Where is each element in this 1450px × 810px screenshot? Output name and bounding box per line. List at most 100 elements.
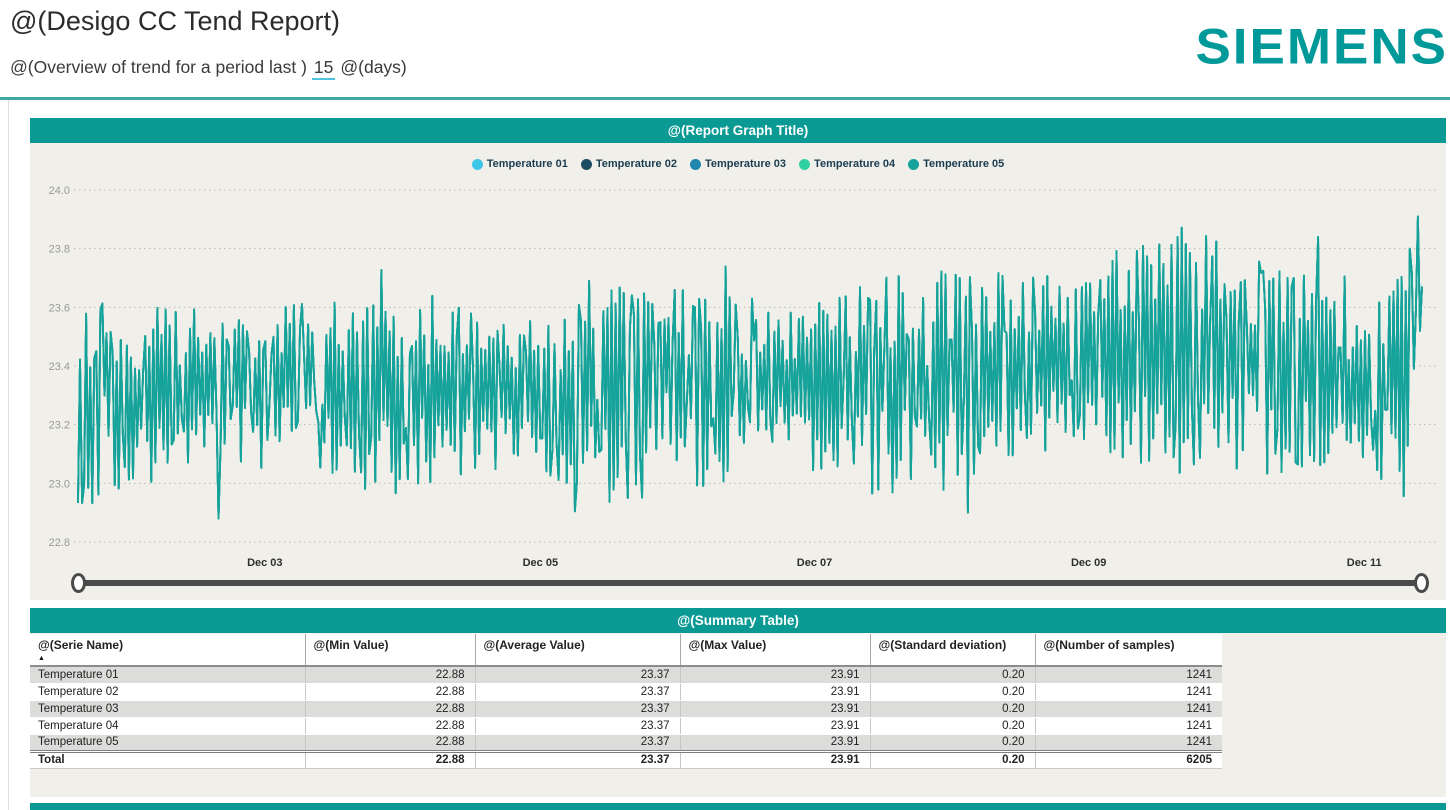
value-cell: 23.37 <box>475 683 680 700</box>
table-row: Temperature 0522.8823.3723.910.201241 <box>30 734 1222 751</box>
value-cell: 23.37 <box>475 734 680 751</box>
y-axis-labels: 24.0 23.8 23.6 23.4 23.2 23.0 22.8 <box>49 185 70 549</box>
summary-table-panel: @(Summary Table) @(Serie Name) ▲ @(Min Val… <box>30 608 1446 797</box>
legend-label: Temperature 03 <box>705 158 786 170</box>
column-header-2[interactable]: @(Average Value) <box>475 634 680 666</box>
slider-track[interactable] <box>78 580 1422 586</box>
subtitle-suffix: @(days) <box>340 57 406 77</box>
legend-item: Temperature 04 <box>799 158 895 170</box>
legend-dot-icon <box>908 159 919 170</box>
period-days-field[interactable]: 15 <box>312 57 335 80</box>
summary-title-bar: @(Summary Table) <box>30 608 1446 633</box>
svg-text:23.6: 23.6 <box>49 302 70 314</box>
legend-label: Temperature 04 <box>814 158 895 170</box>
value-cell: 22.88 <box>305 683 475 700</box>
value-cell: 23.37 <box>475 751 680 768</box>
column-header-label: @(Serie Name) <box>38 638 123 652</box>
svg-text:24.0: 24.0 <box>49 185 70 197</box>
legend-item: Temperature 05 <box>908 158 1004 170</box>
next-section-bar <box>30 803 1446 810</box>
column-header-1[interactable]: @(Min Value) <box>305 634 475 666</box>
graph-title-bar: @(Report Graph Title) <box>30 118 1446 143</box>
serie-name-cell: Temperature 01 <box>30 666 305 683</box>
series-traces <box>78 216 1422 518</box>
legend-dot-icon <box>581 159 592 170</box>
value-cell: 23.91 <box>680 734 870 751</box>
sort-ascending-icon: ▲ <box>38 655 297 662</box>
summary-table-header: @(Serie Name) ▲ @(Min Value) @(Average Valu… <box>30 634 1222 666</box>
value-cell: 23.37 <box>475 666 680 683</box>
value-cell: 23.37 <box>475 717 680 734</box>
header-divider <box>0 97 1450 100</box>
legend-item: Temperature 02 <box>581 158 677 170</box>
page-subtitle: @(Overview of trend for a period last )1… <box>10 57 407 80</box>
serie-name-cell: Total <box>30 751 305 768</box>
value-cell: 0.20 <box>870 666 1035 683</box>
value-cell: 6205 <box>1035 751 1222 768</box>
slider-handle-start[interactable] <box>71 573 86 593</box>
column-header-4[interactable]: @(Standard deviation) <box>870 634 1035 666</box>
trend-line-chart: 24.023.823.623.423.223.022.8Dec 03Dec 05… <box>30 178 1446 574</box>
value-cell: 1241 <box>1035 683 1222 700</box>
value-cell: 22.88 <box>305 700 475 717</box>
value-cell: 0.20 <box>870 700 1035 717</box>
column-header-3[interactable]: @(Max Value) <box>680 634 870 666</box>
legend-item: Temperature 03 <box>690 158 786 170</box>
value-cell: 23.91 <box>680 717 870 734</box>
serie-name-cell: Temperature 03 <box>30 700 305 717</box>
legend-item: Temperature 01 <box>472 158 568 170</box>
report-page: @(Desigo CC Tend Report) @(Overview of t… <box>0 0 1450 810</box>
value-cell: 22.88 <box>305 666 475 683</box>
value-cell: 23.91 <box>680 751 870 768</box>
svg-text:23.4: 23.4 <box>49 361 70 373</box>
time-range-slider <box>30 568 1446 600</box>
trend-graph-panel: @(Report Graph Title) Temperature 01Temp… <box>30 118 1446 600</box>
chart-legend: Temperature 01 Temperature 02 Temperature … <box>30 158 1446 170</box>
value-cell: 22.88 <box>305 734 475 751</box>
column-header-5[interactable]: @(Number of samples) <box>1035 634 1222 666</box>
column-header-label: @(Average Value) <box>484 638 585 652</box>
legend-dot-icon <box>472 159 483 170</box>
table-row: Temperature 0322.8823.3723.910.201241 <box>30 700 1222 717</box>
value-cell: 0.20 <box>870 683 1035 700</box>
svg-text:23.0: 23.0 <box>49 478 70 490</box>
slider-handle-end[interactable] <box>1414 573 1429 593</box>
column-header-0[interactable]: @(Serie Name) ▲ <box>30 634 305 666</box>
legend-label: Temperature 02 <box>596 158 677 170</box>
legend-dot-icon <box>690 159 701 170</box>
table-row: Temperature 0122.8823.3723.910.201241 <box>30 666 1222 683</box>
summary-table-body: Temperature 0122.8823.3723.910.201241Tem… <box>30 666 1222 768</box>
value-cell: 1241 <box>1035 666 1222 683</box>
legend-label: Temperature 01 <box>487 158 568 170</box>
svg-text:22.8: 22.8 <box>49 537 70 549</box>
value-cell: 0.20 <box>870 734 1035 751</box>
window-left-border <box>8 100 9 810</box>
subtitle-prefix: @(Overview of trend for a period last ) <box>10 57 307 77</box>
value-cell: 1241 <box>1035 717 1222 734</box>
series-trace-temperature-05 <box>78 216 1422 518</box>
summary-table: @(Serie Name) ▲ @(Min Value) @(Average Valu… <box>30 634 1222 769</box>
serie-name-cell: Temperature 05 <box>30 734 305 751</box>
serie-name-cell: Temperature 04 <box>30 717 305 734</box>
legend-label: Temperature 05 <box>923 158 1004 170</box>
value-cell: 23.37 <box>475 700 680 717</box>
column-header-label: @(Standard deviation) <box>879 638 1007 652</box>
value-cell: 22.88 <box>305 717 475 734</box>
page-title: @(Desigo CC Tend Report) <box>10 6 340 37</box>
value-cell: 23.91 <box>680 666 870 683</box>
table-row: Temperature 0422.8823.3723.910.201241 <box>30 717 1222 734</box>
siemens-logo: SIEMENS <box>1195 18 1448 76</box>
table-total-row: Total22.8823.3723.910.206205 <box>30 751 1222 768</box>
value-cell: 1241 <box>1035 734 1222 751</box>
column-header-label: @(Max Value) <box>689 638 767 652</box>
table-row: Temperature 0222.8823.3723.910.201241 <box>30 683 1222 700</box>
value-cell: 23.91 <box>680 683 870 700</box>
serie-name-cell: Temperature 02 <box>30 683 305 700</box>
svg-text:23.8: 23.8 <box>49 244 70 256</box>
value-cell: 0.20 <box>870 751 1035 768</box>
svg-text:23.2: 23.2 <box>49 420 70 432</box>
value-cell: 0.20 <box>870 717 1035 734</box>
value-cell: 22.88 <box>305 751 475 768</box>
column-header-label: @(Number of samples) <box>1044 638 1175 652</box>
value-cell: 23.91 <box>680 700 870 717</box>
